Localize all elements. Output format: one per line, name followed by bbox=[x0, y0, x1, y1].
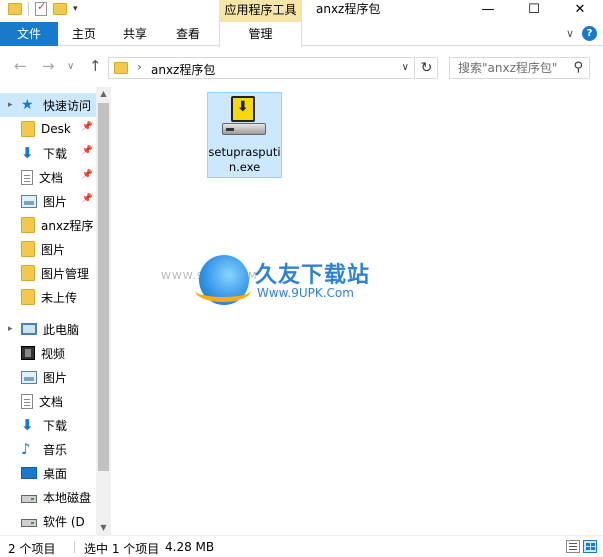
help-icon[interactable]: ? bbox=[582, 26, 597, 41]
watermark-title: 久友下载站 bbox=[255, 263, 371, 288]
document-icon bbox=[21, 169, 33, 185]
nav-pane-scrollbar[interactable]: ▲ ▼ bbox=[96, 87, 111, 535]
drive-icon bbox=[21, 519, 37, 527]
minimize-button[interactable]: — bbox=[465, 0, 511, 18]
nav-this-pc[interactable]: ▸ 此电脑 bbox=[0, 317, 96, 341]
details-view-button[interactable] bbox=[566, 540, 580, 553]
breadcrumb[interactable]: anxz程序包 bbox=[151, 61, 215, 78]
breadcrumb-chevron-icon[interactable]: › bbox=[137, 60, 142, 74]
address-dropdown-icon[interactable]: ∨ bbox=[402, 62, 409, 73]
ribbon-right-controls: ∨ ? bbox=[566, 26, 597, 41]
context-tab-group-title: 应用程序工具 bbox=[219, 0, 302, 22]
tab-share[interactable]: 共享 bbox=[113, 22, 157, 46]
nav-item-pictures[interactable]: 图片 📌 bbox=[0, 189, 96, 213]
quick-access-toolbar: ▾ bbox=[8, 0, 78, 16]
recent-locations-chevron-icon[interactable]: ∨ bbox=[67, 61, 74, 72]
picture-icon bbox=[21, 370, 37, 384]
nav-item-downloads[interactable]: ⬇ 下载 📌 bbox=[0, 141, 96, 165]
document-icon bbox=[21, 393, 33, 409]
desktop-icon bbox=[21, 467, 37, 479]
tab-file[interactable]: 文件 bbox=[0, 22, 58, 46]
up-arrow-icon[interactable]: ↑ bbox=[89, 57, 102, 75]
tab-view[interactable]: 查看 bbox=[166, 22, 210, 46]
nav-item-desktop[interactable]: Desk 📌 bbox=[0, 117, 96, 141]
view-toggle bbox=[566, 540, 597, 553]
back-arrow-icon[interactable]: ← bbox=[14, 57, 27, 75]
address-bar[interactable]: › anxz程序包 ∨ bbox=[108, 57, 415, 79]
drive-icon bbox=[21, 495, 37, 503]
file-item[interactable]: ⬇ setuprasputin.exe bbox=[207, 92, 282, 178]
close-button[interactable]: ✕ bbox=[557, 0, 603, 18]
watermark-logo bbox=[195, 255, 251, 305]
nav-pc-videos[interactable]: 视频 bbox=[0, 341, 96, 365]
tab-manage[interactable]: 管理 bbox=[219, 22, 302, 47]
video-icon bbox=[21, 346, 35, 360]
scrollbar-thumb[interactable] bbox=[98, 103, 109, 471]
search-input[interactable] bbox=[450, 58, 568, 78]
customize-toolbar-dropdown-icon[interactable]: ▾ bbox=[73, 4, 78, 14]
selected-count: 选中 1 个项目 bbox=[84, 542, 160, 556]
scroll-up-arrow-icon[interactable]: ▲ bbox=[96, 87, 111, 101]
status-bar: 2 个项目 选中 1 个项目 4.28 MB bbox=[0, 535, 603, 557]
title-bar: ▾ 应用程序工具 anxz程序包 — ☐ ✕ bbox=[0, 0, 603, 22]
nav-pc-software-drive[interactable]: 软件 (D bbox=[0, 509, 96, 533]
folder-icon bbox=[21, 121, 35, 137]
new-folder-icon[interactable] bbox=[53, 3, 67, 15]
status-divider bbox=[74, 541, 75, 553]
star-icon: ★ bbox=[21, 97, 34, 113]
picture-icon bbox=[21, 194, 37, 208]
nav-item-documents[interactable]: 文档 📌 bbox=[0, 165, 96, 189]
nav-item-not-uploaded[interactable]: 未上传 bbox=[0, 285, 96, 309]
item-count: 2 个项目 bbox=[8, 542, 56, 556]
properties-icon[interactable] bbox=[35, 0, 47, 16]
folder-icon bbox=[8, 3, 22, 15]
scroll-down-arrow-icon[interactable]: ▼ bbox=[96, 521, 111, 535]
search-box: ⚲ bbox=[449, 57, 590, 79]
folder-icon bbox=[21, 265, 35, 281]
pin-icon: 📌 bbox=[81, 194, 93, 204]
collapse-chevron-icon[interactable]: ▸ bbox=[8, 100, 18, 110]
large-icons-view-button[interactable] bbox=[583, 540, 597, 553]
navigation-pane: ▸ ★ 快速访问 Desk 📌 ⬇ 下载 📌 文档 📌 图片 📌 anxz程序 … bbox=[0, 87, 111, 535]
search-icon[interactable]: ⚲ bbox=[573, 60, 583, 75]
folder-icon bbox=[21, 217, 35, 233]
forward-arrow-icon[interactable]: → bbox=[42, 57, 55, 75]
expand-ribbon-chevron-icon[interactable]: ∨ bbox=[566, 27, 574, 40]
nav-pc-desktop[interactable]: 桌面 bbox=[0, 461, 96, 485]
nav-item-anxz[interactable]: anxz程序 bbox=[0, 213, 96, 237]
navigation-bar: ← → ∨ ↑ › anxz程序包 ∨ ↻ ⚲ bbox=[0, 47, 603, 87]
watermark-url: Www.9UPK.Com bbox=[257, 286, 354, 300]
maximize-button[interactable]: ☐ bbox=[511, 0, 557, 18]
nav-pc-music[interactable]: ♪ 音乐 bbox=[0, 437, 96, 461]
folder-icon bbox=[21, 289, 35, 305]
nav-pc-documents[interactable]: 文档 bbox=[0, 389, 96, 413]
ribbon-tabs: 文件 主页 共享 查看 管理 ∨ ? bbox=[0, 22, 603, 47]
nav-quick-access[interactable]: ▸ ★ 快速访问 bbox=[0, 93, 96, 117]
nav-item-picture-management[interactable]: 图片管理 bbox=[0, 261, 96, 285]
folder-icon bbox=[114, 62, 128, 74]
pin-icon: 📌 bbox=[81, 146, 93, 156]
installer-icon: ⬇ bbox=[218, 96, 270, 142]
expand-chevron-icon[interactable]: ▸ bbox=[8, 324, 18, 334]
nav-pc-local-disk[interactable]: 本地磁盘 bbox=[0, 485, 96, 509]
pin-icon: 📌 bbox=[81, 170, 93, 180]
watermark: WWW.9UPK.COM 久友下载站 Www.9UPK.Com bbox=[161, 255, 401, 309]
music-icon: ♪ bbox=[21, 440, 31, 458]
computer-icon bbox=[21, 323, 37, 335]
tab-home[interactable]: 主页 bbox=[62, 22, 106, 46]
file-name: setuprasputin.exe bbox=[208, 145, 281, 174]
refresh-button[interactable]: ↻ bbox=[416, 57, 438, 79]
file-list[interactable]: ⬇ setuprasputin.exe WWW.9UPK.COM 久友下载站 W… bbox=[111, 87, 603, 535]
nav-pc-downloads[interactable]: ⬇ 下载 bbox=[0, 413, 96, 437]
download-icon: ⬇ bbox=[21, 416, 34, 434]
toolbar-separator bbox=[28, 2, 29, 16]
window-title: anxz程序包 bbox=[316, 2, 381, 16]
nav-pc-pictures[interactable]: 图片 bbox=[0, 365, 96, 389]
pin-icon: 📌 bbox=[81, 122, 93, 132]
folder-icon bbox=[21, 241, 35, 257]
nav-item-pictures-folder[interactable]: 图片 bbox=[0, 237, 96, 261]
download-icon: ⬇ bbox=[21, 144, 34, 162]
window-controls: — ☐ ✕ bbox=[465, 0, 603, 18]
selected-size: 4.28 MB bbox=[165, 540, 215, 554]
